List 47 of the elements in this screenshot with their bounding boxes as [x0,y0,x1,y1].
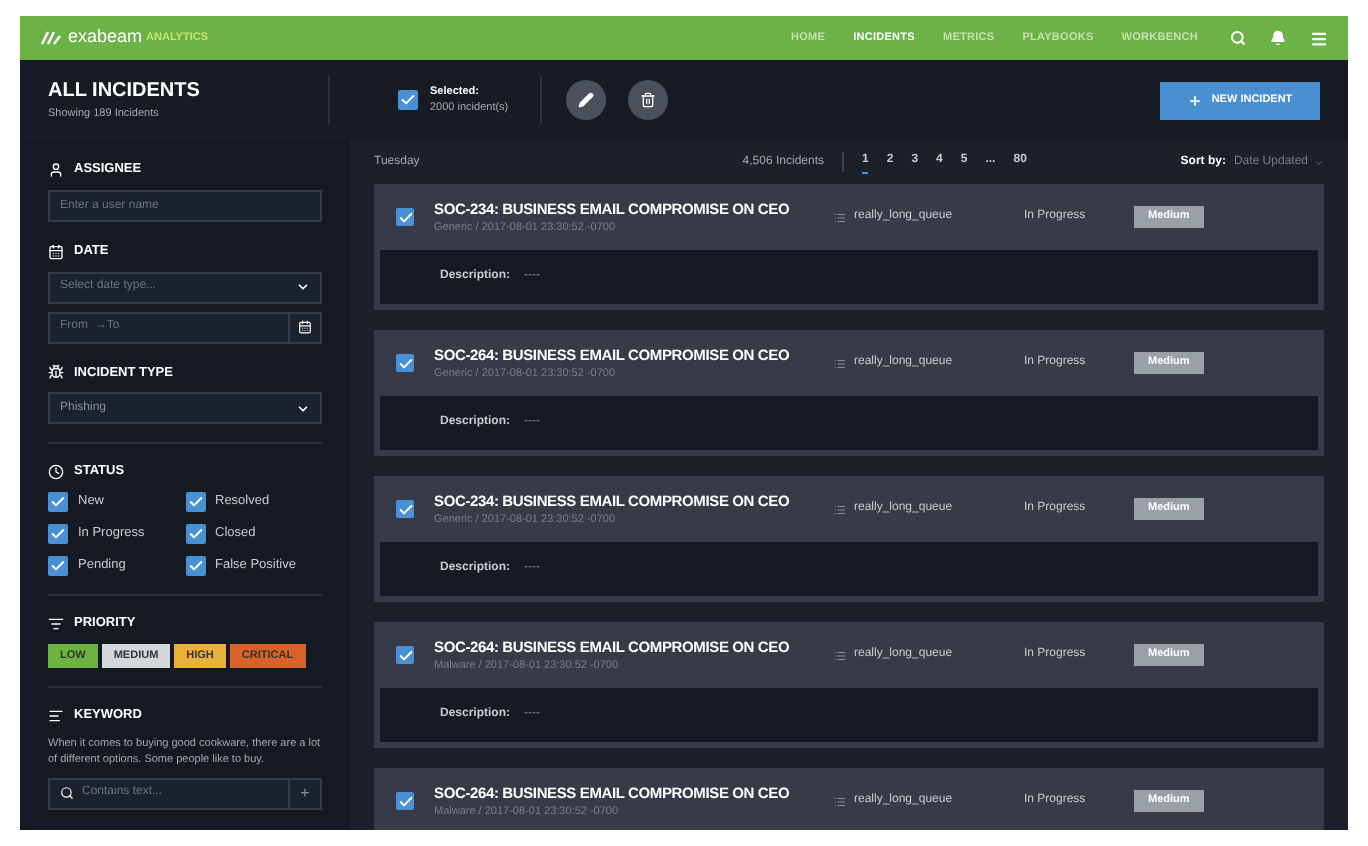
pencil-icon [578,92,594,108]
bug-icon [48,364,64,381]
search-icon[interactable] [1230,30,1246,46]
caret-icon [296,280,310,294]
logo-icon [40,30,62,46]
list-icon [834,795,846,807]
list-icon [834,211,846,223]
checkbox[interactable] [396,208,414,226]
checkbox[interactable] [396,792,414,810]
checkbox[interactable] [396,354,414,372]
clock-icon [48,464,64,481]
check-icon [397,501,413,517]
lines-icon [48,707,64,724]
plus-icon [1187,93,1202,107]
check-icon [397,647,413,663]
page-title: ALL INCIDENTS [48,78,202,107]
calendar-button[interactable] [290,311,322,343]
checkbox[interactable] [396,646,414,664]
add-keyword-button[interactable]: + [288,779,320,807]
checkbox[interactable] [48,556,68,576]
check-icon [397,793,413,809]
edit-button[interactable] [566,80,606,120]
checkbox[interactable] [396,500,414,518]
check-icon [400,92,416,108]
checkbox[interactable] [48,524,68,544]
list-icon [834,357,846,369]
menu-icon[interactable] [1310,29,1328,47]
calendar-icon [298,320,312,334]
search-icon [60,786,74,800]
list-icon [834,649,846,661]
checkbox[interactable] [398,90,418,110]
list-icon [48,615,64,632]
caret-icon [1314,157,1324,167]
checkbox[interactable] [185,524,205,544]
checkbox[interactable] [48,492,68,512]
check-icon [397,355,413,371]
checkbox[interactable] [185,492,205,512]
bell-icon[interactable] [1270,30,1286,46]
delete-button[interactable] [628,80,668,120]
logo-text: exabeam [68,24,143,51]
caret-icon [296,401,310,416]
check-icon [397,209,413,225]
list-icon [834,503,846,515]
checkbox[interactable] [185,556,205,576]
person-icon [48,161,64,178]
calendar-icon [48,243,64,260]
trash-icon [640,92,656,108]
